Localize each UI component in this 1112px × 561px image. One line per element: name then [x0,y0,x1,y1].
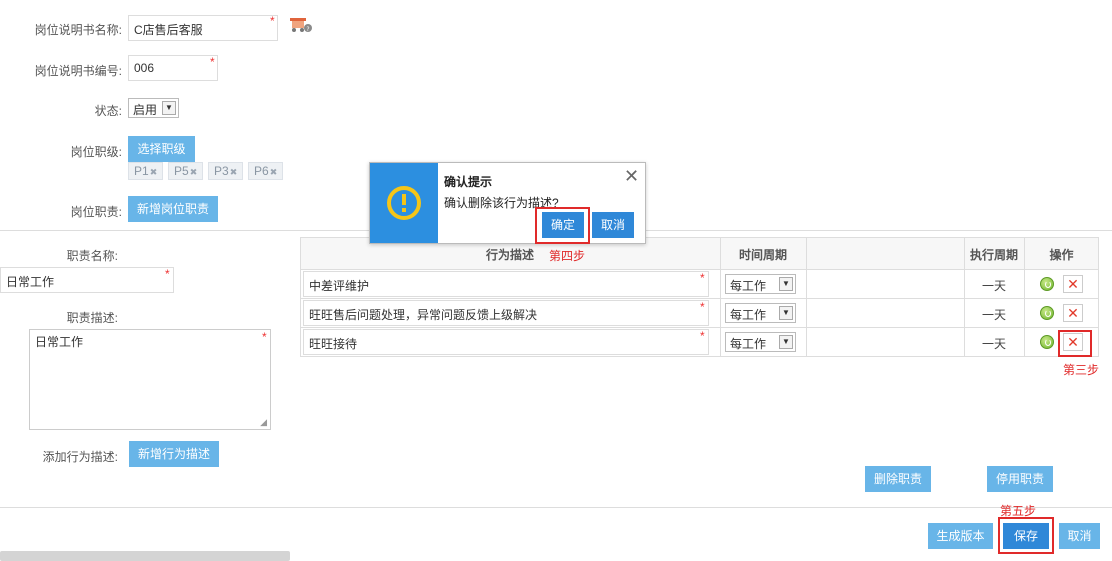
name-input[interactable]: C店售后客服 [128,15,278,41]
chevron-down-icon: ▼ [779,335,793,349]
header-exec: 执行周期 [969,248,1018,262]
select-level-button[interactable]: 选择职级 [128,136,195,162]
dialog-icon-panel [370,163,438,243]
level-tag-label: P5 [174,164,189,178]
level-tag-label: P6 [254,164,269,178]
period-select[interactable]: 每工作 ▼ [725,332,796,352]
required-mark: * [270,14,275,28]
header-behavior: 行为描述 [485,248,534,262]
delete-icon[interactable]: ✕ [1063,275,1083,293]
level-tag-label: P3 [214,164,229,178]
period-select-value: 每工作 [730,279,767,293]
status-select-value: 启用 [133,103,158,117]
period-select-value: 每工作 [730,337,767,351]
code-input[interactable]: 006 [128,55,218,81]
table-col-divider [806,237,807,357]
required-mark: * [700,300,705,314]
table-row-divider [300,298,1099,299]
help-cart-icon[interactable]: ? [289,16,313,34]
step3-annotation: 第三步 [1063,363,1100,377]
chevron-down-icon: ▼ [779,306,793,320]
duty-name-input[interactable]: 日常工作 [0,267,174,293]
close-icon[interactable]: ✖ [230,167,238,177]
behavior-input[interactable]: 旺旺售后问题处理，异常问题反馈上级解决 [303,300,709,326]
close-icon[interactable]: ✕ [624,167,639,185]
level-tag-p1[interactable]: P1✖ [128,162,164,180]
add-behavior-label: 添加行为描述: [42,450,118,464]
exec-cell: 一天 [981,337,1006,351]
confirm-dialog: 确认提示 确认删除该行为描述? ✕ 确定 取消 [369,162,646,244]
level-label: 岗位职级: [70,145,122,159]
required-mark: * [165,267,170,281]
disable-duty-button[interactable]: 停用职责 [987,466,1053,492]
name-label: 岗位说明书名称: [34,23,122,37]
delete-icon[interactable]: ✕ [1063,304,1083,322]
required-mark: * [700,329,705,343]
header-period: 时间周期 [738,248,787,262]
chevron-down-icon: ▼ [162,101,176,115]
exec-cell: 一天 [981,308,1006,322]
duty-desc-label: 职责描述: [66,311,118,325]
duty-desc-textarea[interactable]: 日常工作 ◢ [29,329,271,430]
level-tag-p6[interactable]: P6✖ [248,162,284,180]
duty-desc-text: 日常工作 [35,335,84,349]
behavior-input[interactable]: 旺旺接待 [303,329,709,355]
svg-text:?: ? [306,26,309,33]
required-mark: * [700,271,705,285]
add-behavior-button[interactable]: 新增行为描述 [129,441,219,467]
delete-duty-button[interactable]: 删除职责 [865,466,931,492]
enable-icon[interactable] [1040,306,1054,320]
duty-label: 岗位职责: [70,205,122,219]
warning-icon [387,186,421,220]
table-row-divider [300,269,1099,270]
status-select[interactable]: 启用 ▼ [128,98,179,118]
behavior-input[interactable]: 中差评维护 [303,271,709,297]
status-label: 状态: [94,104,122,118]
horizontal-scrollbar[interactable] [0,551,290,561]
period-select[interactable]: 每工作 ▼ [725,303,796,323]
level-tag-p5[interactable]: P5✖ [168,162,204,180]
add-duty-button[interactable]: 新增岗位职责 [128,196,218,222]
step4-annotation: 第四步 [549,249,586,263]
level-tag-label: P1 [134,164,149,178]
code-label: 岗位说明书编号: [34,64,122,78]
close-icon[interactable]: ✖ [150,167,158,177]
exec-cell: 一天 [981,279,1006,293]
dialog-title: 确认提示 [444,175,493,189]
step4-highlight [535,207,590,244]
generate-version-button[interactable]: 生成版本 [928,523,993,549]
duty-name-label: 职责名称: [66,249,118,263]
divider [0,507,1112,508]
required-mark: * [210,55,215,69]
period-select-value: 每工作 [730,308,767,322]
enable-icon[interactable] [1040,335,1054,349]
cancel-button[interactable]: 取消 [1059,523,1100,549]
header-action: 操作 [1049,248,1074,262]
period-select[interactable]: 每工作 ▼ [725,274,796,294]
chevron-down-icon: ▼ [779,277,793,291]
table-row-divider [300,327,1099,328]
dialog-cancel-button[interactable]: 取消 [592,212,634,238]
close-icon[interactable]: ✖ [190,167,198,177]
enable-icon[interactable] [1040,277,1054,291]
resize-handle-icon[interactable]: ◢ [260,417,267,428]
level-tag-p3[interactable]: P3✖ [208,162,244,180]
close-icon[interactable]: ✖ [270,167,278,177]
step5-highlight [998,517,1054,554]
step3-highlight [1058,330,1092,357]
required-mark: * [262,330,267,344]
